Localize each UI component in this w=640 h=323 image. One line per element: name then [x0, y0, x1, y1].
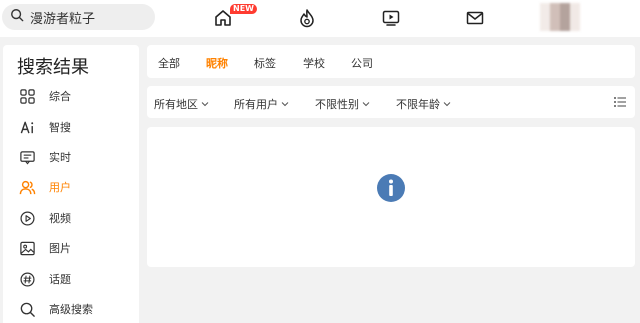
- sidebar-item-advanced-search[interactable]: 高级搜索: [3, 296, 139, 322]
- new-badge: NEW: [230, 4, 257, 14]
- sidebar-item-video[interactable]: 视频: [3, 205, 139, 231]
- users-icon: [16, 176, 38, 198]
- tab-company[interactable]: 公司: [351, 55, 373, 71]
- image-icon: [16, 237, 38, 259]
- tab-tags[interactable]: 标签: [254, 55, 276, 71]
- tab-school[interactable]: 学校: [303, 55, 325, 71]
- sidebar-item-label: 高级搜索: [49, 303, 93, 316]
- grid-icon: [16, 85, 38, 107]
- sidebar-title: 搜索结果: [17, 57, 89, 78]
- search-icon: [10, 8, 24, 27]
- sidebar-item-users[interactable]: 用户: [3, 174, 139, 200]
- ai-icon: [16, 116, 38, 138]
- sidebar-item-ai-search[interactable]: 智搜: [3, 114, 139, 140]
- search-input[interactable]: [30, 9, 140, 25]
- chevron-down-icon: [362, 102, 370, 107]
- play-icon: [16, 207, 38, 229]
- results-panel: [147, 127, 635, 267]
- chevron-down-icon: [281, 102, 289, 107]
- search-box[interactable]: [2, 4, 155, 30]
- sidebar-item-label: 图片: [49, 242, 71, 255]
- tab-all[interactable]: 全部: [158, 55, 180, 71]
- sidebar-item-label: 用户: [49, 181, 71, 194]
- realtime-icon: [16, 146, 38, 168]
- sidebar-item-label: 视频: [49, 212, 71, 225]
- sidebar-item-images[interactable]: 图片: [3, 235, 139, 261]
- filter-label: 不限年龄: [396, 98, 440, 111]
- search-icon: [16, 298, 38, 320]
- hot-icon[interactable]: [296, 7, 318, 29]
- list-view-icon[interactable]: [613, 95, 627, 109]
- filter-bar: 所有地区 所有用户 不限性别 不限年龄: [147, 86, 635, 118]
- mail-icon[interactable]: [464, 7, 486, 29]
- sidebar-item-all[interactable]: 综合: [3, 83, 139, 109]
- filter-label: 所有地区: [154, 98, 198, 111]
- filter-age[interactable]: 不限年龄: [396, 96, 451, 112]
- filter-user-type[interactable]: 所有用户: [234, 96, 289, 112]
- filter-region[interactable]: 所有地区: [154, 96, 209, 112]
- info-icon: [376, 173, 406, 203]
- sidebar-item-label: 综合: [49, 90, 71, 103]
- avatar[interactable]: [540, 3, 580, 31]
- hashtag-icon: [16, 268, 38, 290]
- sidebar-item-topics[interactable]: 话题: [3, 266, 139, 292]
- sidebar-item-label: 实时: [49, 151, 71, 164]
- filter-label: 所有用户: [234, 98, 278, 111]
- sidebar-item-realtime[interactable]: 实时: [3, 144, 139, 170]
- top-bar: NEW: [0, 0, 640, 37]
- tab-nickname[interactable]: 昵称: [206, 55, 228, 71]
- chevron-down-icon: [443, 102, 451, 107]
- filter-gender[interactable]: 不限性别: [315, 96, 370, 112]
- video-icon[interactable]: [380, 7, 402, 29]
- search-type-tabs: 全部 昵称 标签 学校 公司: [147, 45, 635, 78]
- sidebar: 搜索结果 综合 智搜 实时 用户 视频 图片 话题 高级搜索: [3, 45, 139, 323]
- chevron-down-icon: [201, 102, 209, 107]
- sidebar-item-label: 智搜: [49, 121, 71, 134]
- sidebar-item-label: 话题: [49, 273, 71, 286]
- filter-label: 不限性别: [315, 98, 359, 111]
